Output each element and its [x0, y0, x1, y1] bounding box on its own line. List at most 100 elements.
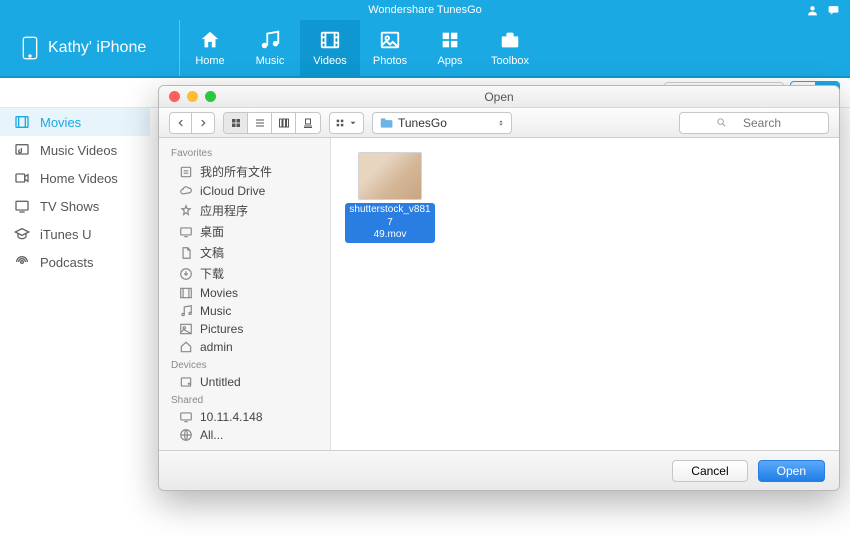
favorite-icloud[interactable]: iCloud Drive: [159, 182, 330, 200]
coverflow-view-button[interactable]: [296, 113, 320, 133]
chevron-down-icon: [348, 118, 358, 128]
category-music-videos[interactable]: Music Videos: [0, 136, 150, 164]
nav-photos[interactable]: Photos: [360, 20, 420, 76]
finder-search[interactable]: [679, 112, 829, 134]
dialog-body: Favorites 我的所有文件 iCloud Drive 应用程序 桌面 文稿…: [159, 138, 839, 450]
home-icon: [199, 29, 221, 51]
category-sidebar: Movies Music Videos Home Videos TV Shows…: [0, 108, 150, 276]
category-podcasts[interactable]: Podcasts: [0, 248, 150, 276]
shared-all[interactable]: All...: [159, 426, 330, 444]
nav-music[interactable]: Music: [240, 20, 300, 76]
minimize-button[interactable]: [187, 91, 198, 102]
open-dialog: Open TunesGo Favorites 我的所有文件: [158, 85, 840, 491]
favorite-music[interactable]: Music: [159, 302, 330, 320]
nav-home[interactable]: Home: [180, 20, 240, 76]
arrange-icon: [335, 118, 345, 128]
main-nav: Home Music Videos Photos Apps Toolbox: [180, 20, 540, 76]
nav-history: [169, 112, 215, 134]
favorite-movies[interactable]: Movies: [159, 284, 330, 302]
documents-icon: [179, 246, 193, 260]
nav-toolbox[interactable]: Toolbox: [480, 20, 540, 76]
category-itunes-u[interactable]: iTunes U: [0, 220, 150, 248]
updown-icon: [497, 118, 505, 128]
applications-icon: [179, 204, 193, 218]
section-devices: Devices: [159, 356, 330, 373]
chevron-right-icon: [198, 118, 208, 128]
icon-view-button[interactable]: [224, 113, 248, 133]
dialog-toolbar: TunesGo: [159, 108, 839, 138]
movies-folder-icon: [179, 286, 193, 300]
file-thumbnail: [358, 152, 422, 200]
pictures-icon: [179, 322, 193, 336]
favorite-admin[interactable]: admin: [159, 338, 330, 356]
arrange-menu[interactable]: [329, 112, 364, 134]
phone-icon: [22, 36, 38, 60]
toolbox-icon: [499, 29, 521, 51]
movies-icon: [14, 114, 30, 130]
view-mode-segment: [223, 112, 321, 134]
category-movies[interactable]: Movies: [0, 108, 150, 136]
nav-apps[interactable]: Apps: [420, 20, 480, 76]
apps-icon: [439, 29, 461, 51]
music-folder-icon: [179, 304, 193, 318]
app-titlebar: Wondershare TunesGo: [0, 0, 850, 20]
back-button[interactable]: [170, 113, 192, 133]
file-item[interactable]: shutterstock_v8817 49.mov: [345, 152, 435, 243]
favorite-documents[interactable]: 文稿: [159, 242, 330, 263]
user-icon[interactable]: [806, 4, 819, 17]
zoom-button[interactable]: [205, 91, 216, 102]
favorite-pictures[interactable]: Pictures: [159, 320, 330, 338]
favorite-downloads[interactable]: 下载: [159, 263, 330, 284]
cloud-icon: [179, 184, 193, 198]
nav-videos[interactable]: Videos: [300, 20, 360, 76]
device-selector[interactable]: Kathy' iPhone: [0, 20, 180, 76]
finder-content[interactable]: shutterstock_v8817 49.mov: [331, 138, 839, 450]
folder-icon: [379, 116, 393, 130]
coverflow-icon: [302, 117, 314, 129]
list-view-icon: [254, 117, 266, 129]
app-title: Wondershare TunesGo: [368, 4, 482, 16]
finder-search-field[interactable]: [732, 116, 792, 130]
feedback-icon[interactable]: [827, 4, 840, 17]
podcasts-icon: [14, 254, 30, 270]
videos-icon: [319, 29, 341, 51]
favorite-all-my-files[interactable]: 我的所有文件: [159, 161, 330, 182]
globe-icon: [179, 428, 193, 442]
music-icon: [259, 29, 281, 51]
list-view-button[interactable]: [248, 113, 272, 133]
close-button[interactable]: [169, 91, 180, 102]
path-selector[interactable]: TunesGo: [372, 112, 512, 134]
home-videos-icon: [14, 170, 30, 186]
dialog-footer: Cancel Open: [159, 450, 839, 490]
tv-icon: [14, 198, 30, 214]
column-view-icon: [278, 117, 290, 129]
window-controls: [159, 91, 216, 102]
itunes-u-icon: [14, 226, 30, 242]
column-view-button[interactable]: [272, 113, 296, 133]
category-tv-shows[interactable]: TV Shows: [0, 192, 150, 220]
file-name: shutterstock_v8817 49.mov: [345, 203, 435, 243]
category-home-videos[interactable]: Home Videos: [0, 164, 150, 192]
chevron-left-icon: [176, 118, 186, 128]
dialog-title: Open: [159, 90, 839, 104]
dialog-titlebar: Open: [159, 86, 839, 108]
device-untitled[interactable]: Untitled: [159, 373, 330, 391]
home-folder-icon: [179, 340, 193, 354]
photos-icon: [379, 29, 401, 51]
section-shared: Shared: [159, 391, 330, 408]
disk-icon: [179, 375, 193, 389]
cancel-button[interactable]: Cancel: [672, 460, 747, 482]
shared-ip[interactable]: 10.11.4.148: [159, 408, 330, 426]
favorite-applications[interactable]: 应用程序: [159, 200, 330, 221]
search-icon: [716, 117, 727, 128]
icon-view-icon: [230, 117, 242, 129]
all-files-icon: [179, 165, 193, 179]
favorite-desktop[interactable]: 桌面: [159, 221, 330, 242]
forward-button[interactable]: [192, 113, 214, 133]
section-favorites: Favorites: [159, 144, 330, 161]
desktop-icon: [179, 225, 193, 239]
finder-sidebar: Favorites 我的所有文件 iCloud Drive 应用程序 桌面 文稿…: [159, 138, 331, 450]
downloads-icon: [179, 267, 193, 281]
music-videos-icon: [14, 142, 30, 158]
open-button[interactable]: Open: [758, 460, 825, 482]
